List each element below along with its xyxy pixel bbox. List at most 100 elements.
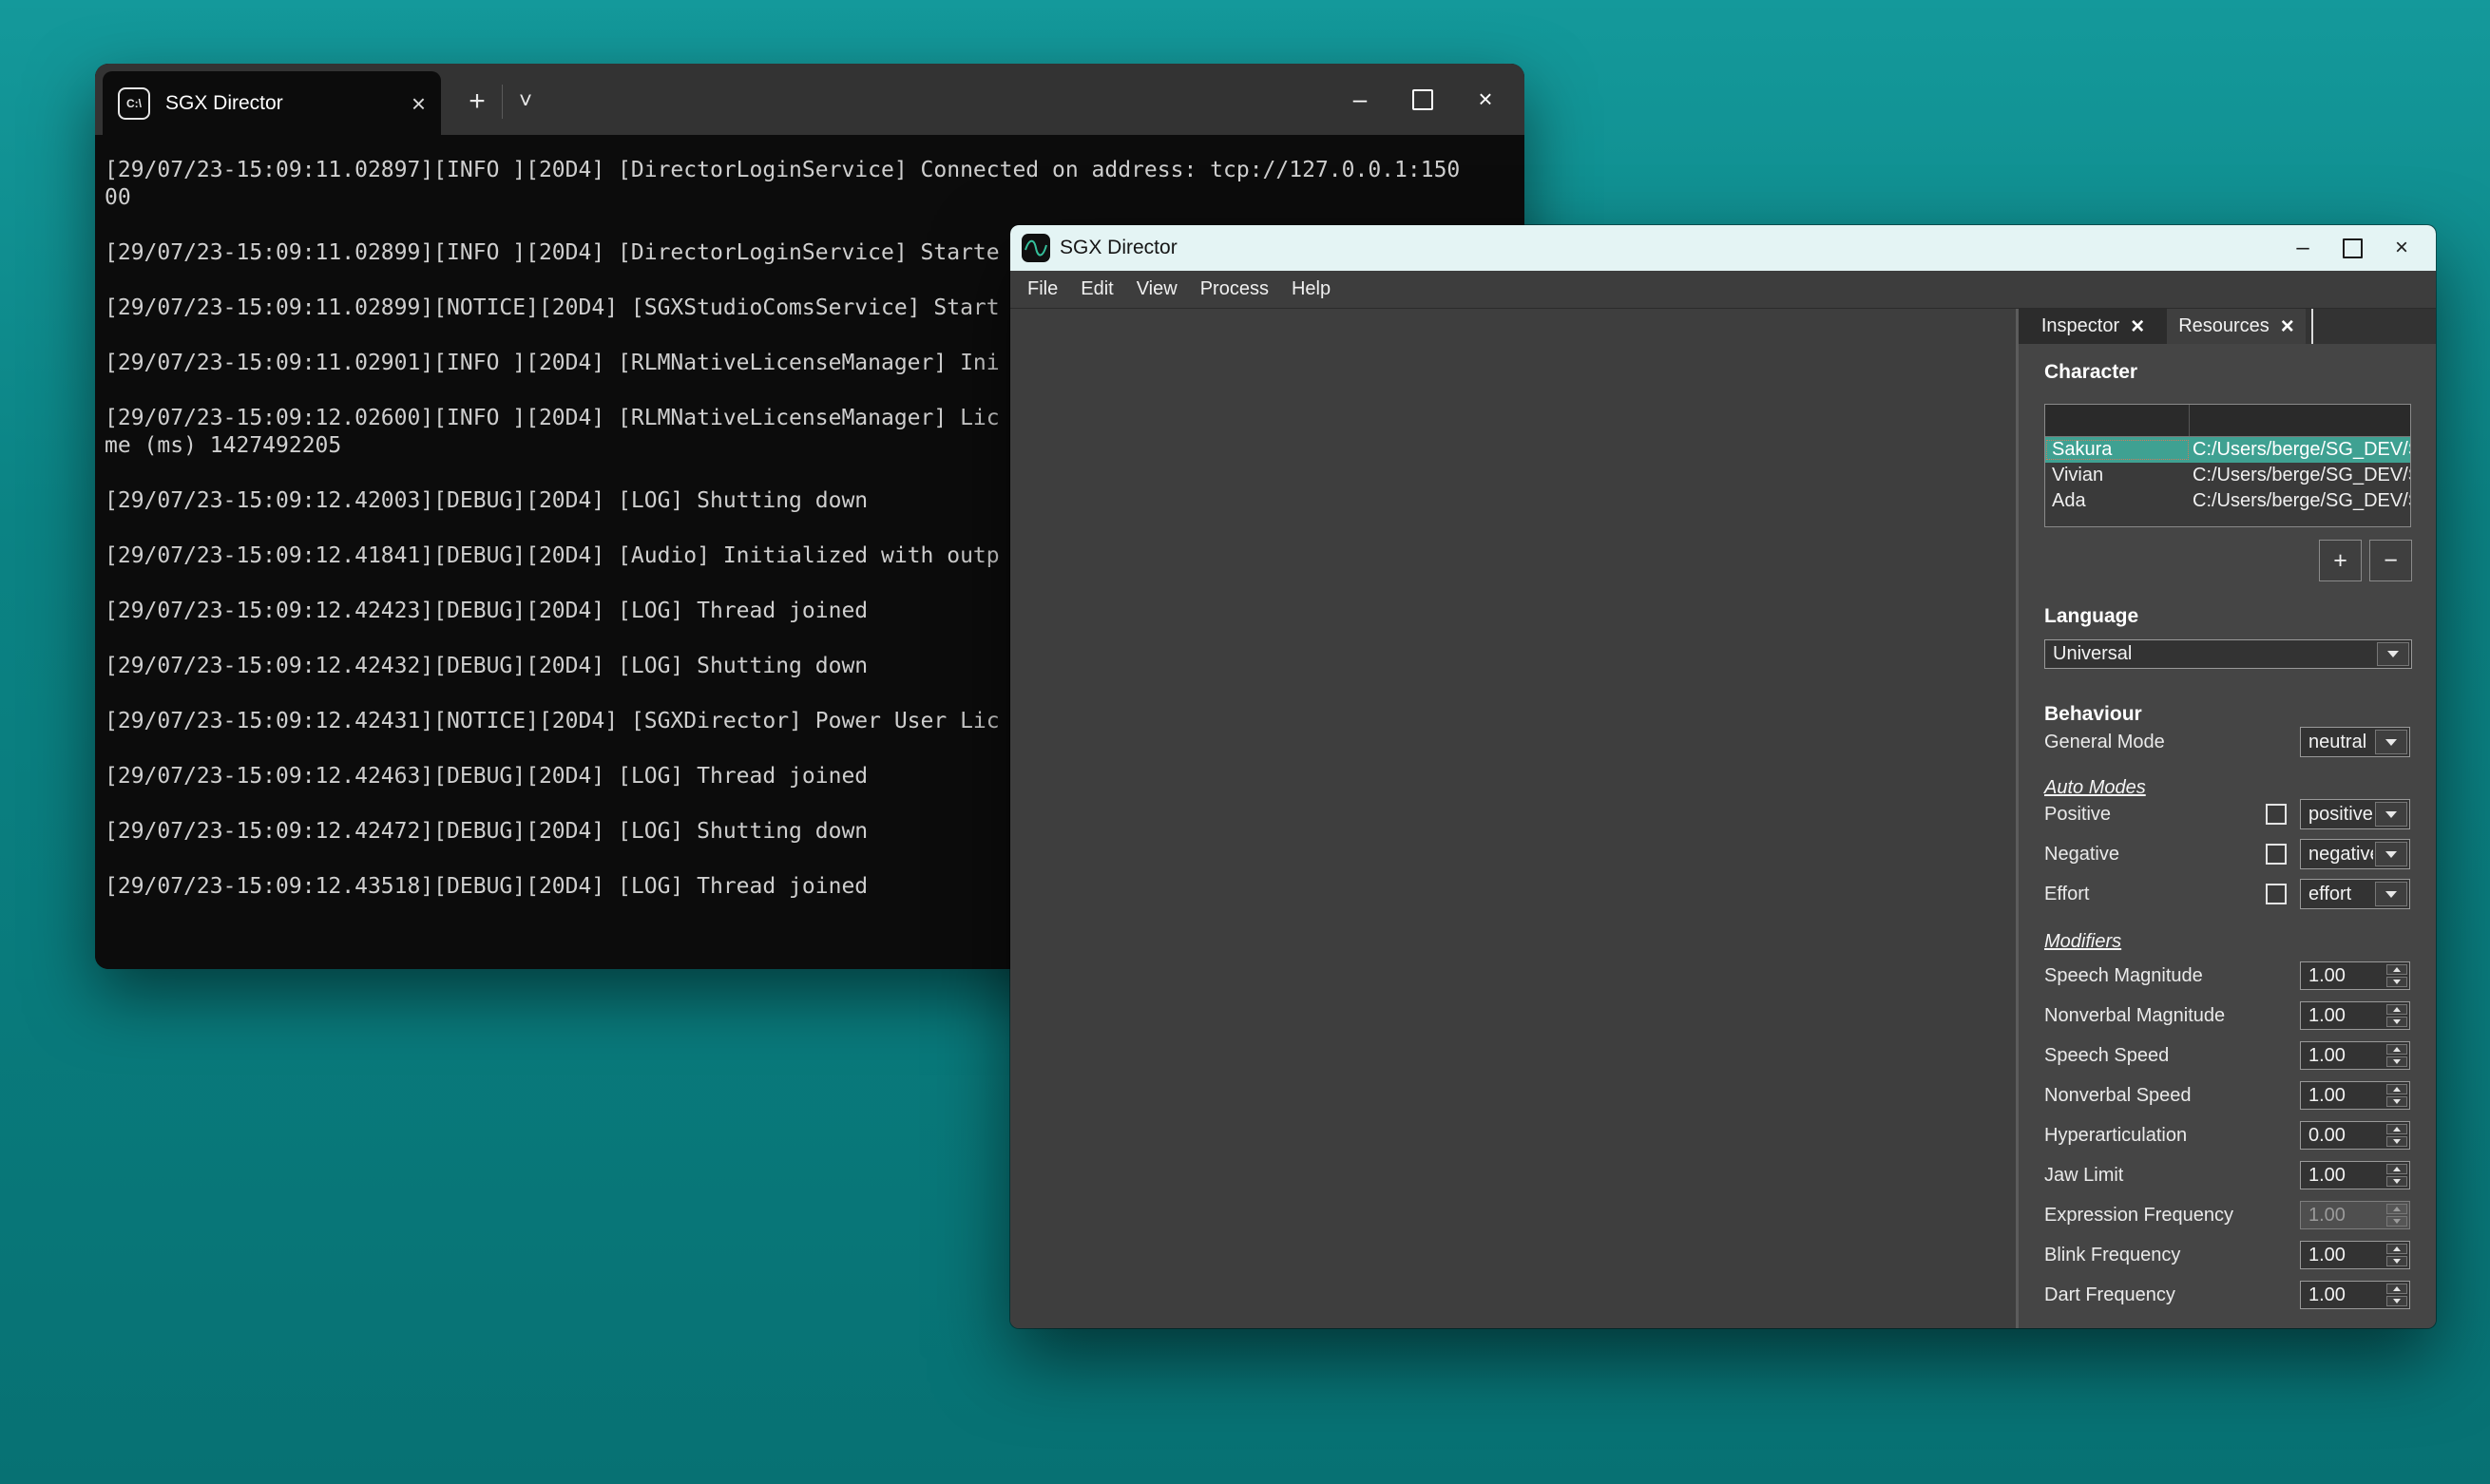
menu-file[interactable]: File (1016, 271, 1069, 309)
effort-value: effort (2301, 884, 2373, 905)
tab-dropdown-button[interactable]: ˅ (508, 77, 544, 126)
chevron-down-icon (2393, 1099, 2401, 1104)
tab-resources[interactable]: Resources × (2167, 309, 2306, 344)
effort-select[interactable]: effort (2300, 879, 2410, 909)
effort-label: Effort (2044, 884, 2266, 905)
character-table[interactable]: Sakura C:/Users/berge/SG_DEV/S... Vivian… (2044, 404, 2411, 527)
spin-up-button[interactable] (2386, 1284, 2407, 1294)
remove-character-button[interactable]: − (2369, 540, 2412, 581)
hyperarticulation-value: 0.00 (2301, 1125, 2385, 1147)
app-close-button[interactable]: × (2377, 225, 2426, 271)
spin-down-button[interactable] (2386, 1096, 2407, 1107)
tab-close-icon[interactable]: × (412, 91, 426, 116)
spin-up-button[interactable] (2386, 1084, 2407, 1094)
menu-bar: File Edit View Process Help (1010, 271, 2436, 309)
general-mode-select[interactable]: neutral (2300, 727, 2410, 757)
tab-close-icon[interactable]: × (2281, 315, 2294, 338)
terminal-minimize-button[interactable]: – (1329, 64, 1391, 135)
chevron-up-icon (2393, 967, 2401, 972)
spin-down-button[interactable] (2386, 1296, 2407, 1306)
side-panel: Inspector × Resources × Character Sakura (2019, 309, 2436, 1328)
hyperarticulation-spinner[interactable]: 0.00 (2300, 1121, 2410, 1150)
positive-label: Positive (2044, 804, 2266, 826)
app-minimize-button[interactable]: – (2278, 225, 2327, 271)
menu-process[interactable]: Process (1189, 271, 1280, 309)
blink-frequency-spinner[interactable]: 1.00 (2300, 1241, 2410, 1269)
chevron-down-icon (2393, 1299, 2401, 1303)
speech-speed-label: Speech Speed (2044, 1045, 2300, 1067)
maximize-icon (1412, 89, 1433, 110)
spin-up-button[interactable] (2386, 1004, 2407, 1015)
app-maximize-button[interactable] (2327, 225, 2377, 271)
spin-down-button[interactable] (2386, 1176, 2407, 1187)
blink-frequency-label: Blink Frequency (2044, 1245, 2300, 1266)
dropdown-arrow-button[interactable] (2375, 802, 2407, 827)
general-mode-value: neutral (2301, 732, 2373, 753)
app-window-title: SGX Director (1060, 237, 2278, 259)
terminal-titlebar[interactable]: C:\ SGX Director × + ˅ – × (95, 64, 1524, 135)
behaviour-heading: Behaviour (2044, 703, 2142, 726)
spin-up-button[interactable] (2386, 1164, 2407, 1174)
terminal-close-button[interactable]: × (1454, 64, 1517, 135)
positive-checkbox[interactable] (2266, 804, 2287, 825)
spin-down-button[interactable] (2386, 1056, 2407, 1067)
speech-magnitude-spinner[interactable]: 1.00 (2300, 961, 2410, 990)
tab-inspector[interactable]: Inspector × (2019, 309, 2167, 344)
nonverbal-speed-spinner[interactable]: 1.00 (2300, 1081, 2410, 1110)
negative-select[interactable]: negative (2300, 839, 2410, 869)
speech-speed-spinner[interactable]: 1.00 (2300, 1041, 2410, 1070)
chevron-up-icon (2393, 1047, 2401, 1052)
jaw-limit-value: 1.00 (2301, 1165, 2385, 1187)
chevron-down-icon (2393, 1179, 2401, 1184)
new-tab-button[interactable]: + (458, 77, 496, 126)
table-row[interactable]: Sakura C:/Users/berge/SG_DEV/S... (2045, 437, 2410, 463)
positive-select[interactable]: positive (2300, 799, 2410, 829)
chevron-up-icon (2393, 1127, 2401, 1132)
spin-down-button (2386, 1216, 2407, 1227)
negative-checkbox[interactable] (2266, 844, 2287, 865)
character-heading: Character (2044, 361, 2137, 384)
menu-help[interactable]: Help (1280, 271, 1342, 309)
spin-down-button[interactable] (2386, 1256, 2407, 1266)
spin-up-button[interactable] (2386, 1124, 2407, 1134)
spin-up-button[interactable] (2386, 964, 2407, 975)
table-row[interactable]: Ada C:/Users/berge/SG_DEV/S... (2045, 488, 2410, 514)
positive-value: positive (2301, 804, 2373, 826)
spin-down-button[interactable] (2386, 1136, 2407, 1147)
expression-frequency-label: Expression Frequency (2044, 1205, 2300, 1227)
add-character-button[interactable]: + (2319, 540, 2362, 581)
dart-frequency-spinner[interactable]: 1.00 (2300, 1281, 2410, 1309)
character-name: Sakura (2045, 439, 2190, 461)
chevron-up-icon (2393, 1087, 2401, 1092)
blink-frequency-row: Blink Frequency 1.00 (2044, 1241, 2410, 1269)
spin-down-button[interactable] (2386, 977, 2407, 987)
jaw-limit-label: Jaw Limit (2044, 1165, 2300, 1187)
menu-view[interactable]: View (1125, 271, 1189, 309)
effort-checkbox[interactable] (2266, 884, 2287, 904)
terminal-maximize-button[interactable] (1391, 64, 1454, 135)
terminal-tab[interactable]: C:\ SGX Director × (103, 71, 441, 135)
chevron-down-icon (2385, 811, 2397, 818)
dropdown-arrow-button[interactable] (2377, 642, 2409, 666)
app-titlebar[interactable]: SGX Director – × (1010, 225, 2436, 271)
effort-mode-row: Effort effort (2044, 879, 2410, 909)
character-path: C:/Users/berge/SG_DEV/S... (2190, 490, 2410, 512)
spin-down-button[interactable] (2386, 1017, 2407, 1027)
tab-close-icon[interactable]: × (2131, 315, 2144, 338)
tab-bar-separator (2311, 309, 2313, 344)
dropdown-arrow-button[interactable] (2375, 882, 2407, 906)
nonverbal-speed-value: 1.00 (2301, 1085, 2385, 1107)
general-mode-label: General Mode (2044, 732, 2300, 753)
nonverbal-magnitude-spinner[interactable]: 1.00 (2300, 1001, 2410, 1030)
spin-up-button[interactable] (2386, 1244, 2407, 1254)
table-row[interactable]: Vivian C:/Users/berge/SG_DEV/S... (2045, 463, 2410, 488)
chevron-down-icon (2393, 1219, 2401, 1224)
dropdown-arrow-button[interactable] (2375, 842, 2407, 866)
jaw-limit-spinner[interactable]: 1.00 (2300, 1161, 2410, 1189)
language-select[interactable]: Universal (2044, 639, 2412, 669)
chevron-down-icon (2393, 1019, 2401, 1024)
chevron-up-icon (2393, 1286, 2401, 1291)
menu-edit[interactable]: Edit (1069, 271, 1124, 309)
dropdown-arrow-button[interactable] (2375, 730, 2407, 754)
spin-up-button[interactable] (2386, 1044, 2407, 1055)
